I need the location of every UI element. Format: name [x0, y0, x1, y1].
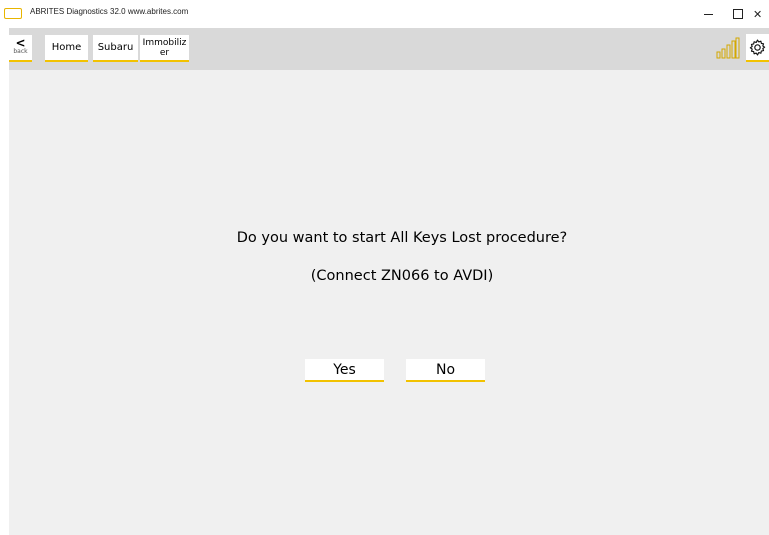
no-button[interactable]: No	[406, 359, 485, 382]
window-title-bar: ABRITES Diagnostics 32.0 www.abrites.com…	[0, 0, 769, 28]
maximize-button[interactable]	[724, 0, 752, 28]
settings-button[interactable]	[746, 34, 769, 62]
signal-bars-icon	[716, 37, 740, 59]
breadcrumb-immobilizer[interactable]: Immobilizer	[140, 35, 189, 62]
close-button[interactable]: ✕	[753, 0, 769, 28]
dialog-question: Do you want to start All Keys Lost proce…	[236, 230, 568, 246]
dialog-subtext: (Connect ZN066 to AVDI)	[310, 268, 494, 284]
breadcrumb-subaru[interactable]: Subaru	[93, 35, 138, 62]
navigation-toolbar: < back Home Subaru Immobilizer	[9, 28, 769, 70]
minimize-button[interactable]	[694, 0, 722, 28]
minimize-icon	[703, 13, 713, 15]
window-title: ABRITES Diagnostics 32.0 www.abrites.com	[30, 7, 189, 16]
back-button[interactable]: < back	[9, 35, 32, 62]
main-content: Do you want to start All Keys Lost proce…	[9, 70, 769, 535]
maximize-icon	[733, 9, 743, 19]
gear-icon	[749, 38, 766, 56]
back-label: back	[13, 48, 28, 55]
breadcrumb-home[interactable]: Home	[45, 35, 88, 62]
close-icon: ✕	[753, 7, 763, 21]
chevron-left-icon: <	[15, 36, 26, 50]
app-logo-icon	[4, 8, 22, 19]
yes-button[interactable]: Yes	[305, 359, 384, 382]
